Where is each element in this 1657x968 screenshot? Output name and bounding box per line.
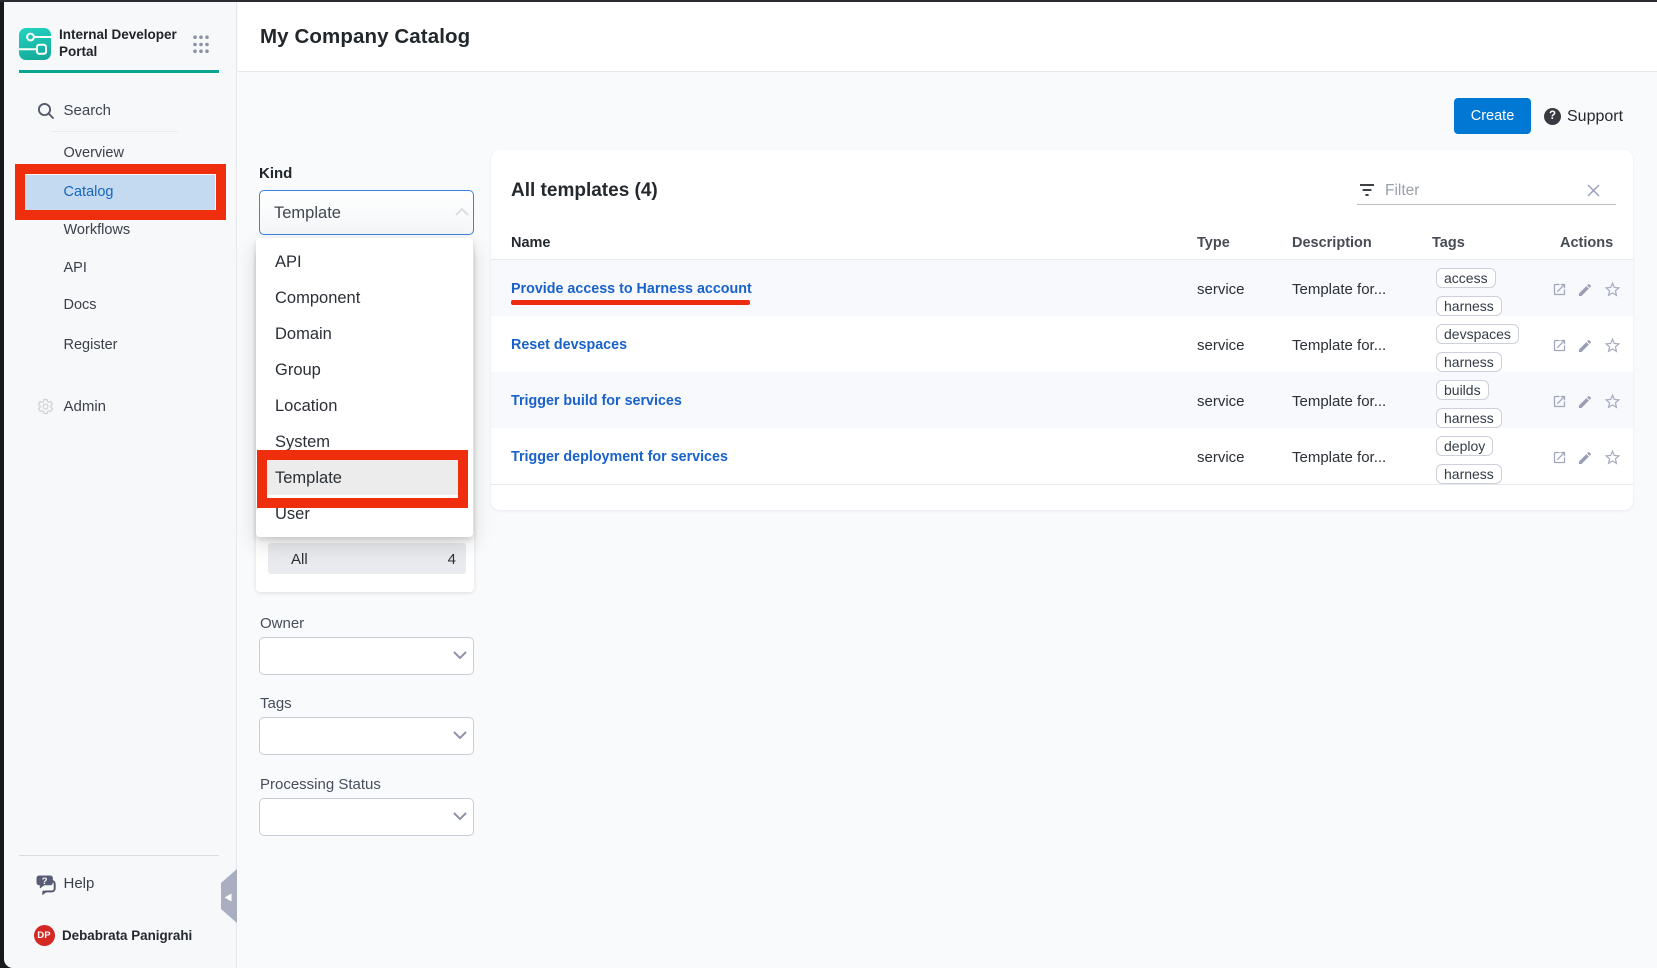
svg-text:?: ?	[42, 876, 48, 887]
